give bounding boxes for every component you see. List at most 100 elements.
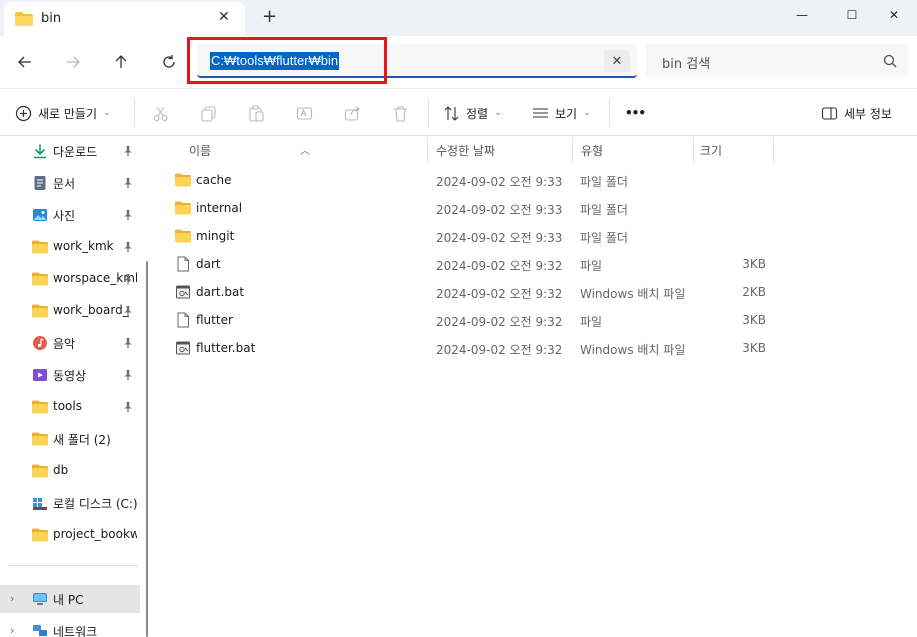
column-header-name[interactable]: 이름 ︿ [155, 137, 425, 163]
sidebar-item[interactable]: 새 폴더 (2) [0, 425, 140, 453]
pin-icon[interactable] [122, 369, 134, 381]
minimize-button[interactable]: — [779, 0, 825, 30]
clear-address-button[interactable]: ✕ [604, 50, 630, 72]
sidebar-item[interactable]: tools [0, 393, 140, 421]
folder-icon [32, 240, 48, 254]
pin-icon[interactable] [122, 241, 134, 253]
sidebar-item[interactable]: work_kmk [0, 233, 140, 261]
pin-icon[interactable] [122, 209, 134, 221]
file-type: 파일 [580, 315, 603, 329]
share-button[interactable] [344, 101, 361, 125]
sidebar-item[interactable]: 동영상 [0, 361, 140, 389]
file-row[interactable]: internal 2024-09-02 오전 9:33 파일 폴더 [155, 194, 917, 222]
close-button[interactable]: ✕ [871, 0, 917, 30]
file-row[interactable]: cache 2024-09-02 오전 9:33 파일 폴더 [155, 166, 917, 194]
file-date: 2024-09-02 오전 9:32 [436, 259, 563, 273]
sidebar-item[interactable]: 다운로드 [0, 137, 140, 165]
refresh-button[interactable] [158, 51, 180, 73]
back-button[interactable] [14, 51, 36, 73]
column-header-date[interactable]: 수정한 날짜 [428, 137, 572, 163]
file-date: 2024-09-02 오전 9:32 [436, 315, 563, 329]
network-icon [33, 625, 47, 636]
folder-icon [175, 173, 191, 187]
column-header-size[interactable]: 크기 [694, 137, 774, 163]
file-size: 3KB [742, 313, 766, 327]
file-icon [177, 256, 189, 272]
view-button[interactable]: 보기 ⌄ [532, 101, 591, 125]
more-options-button[interactable]: ••• [625, 101, 646, 125]
pin-icon[interactable] [122, 145, 134, 157]
paste-button[interactable] [248, 101, 265, 125]
delete-button[interactable] [392, 101, 409, 125]
up-button[interactable] [110, 51, 132, 73]
chevron-down-icon: ⌄ [494, 108, 502, 118]
new-tab-button[interactable]: + [262, 6, 277, 27]
file-type: Windows 배치 파일 [580, 343, 686, 357]
folder-icon [32, 304, 48, 318]
file-name: flutter.bat [196, 341, 256, 355]
pin-icon[interactable] [122, 305, 134, 317]
sidebar-item[interactable]: worspace_kmk [0, 265, 140, 293]
tab-close-icon[interactable]: ✕ [218, 9, 230, 25]
rename-button[interactable] [296, 101, 313, 125]
sidebar-scrollbar[interactable] [146, 261, 148, 637]
view-label: 보기 [555, 106, 578, 121]
file-list: 이름 ︿ 수정한 날짜 유형 크기 cache 2024-09-02 오전 9:3… [155, 137, 917, 637]
file-size: 3KB [742, 257, 766, 271]
folder-icon [15, 12, 33, 26]
chevron-right-icon[interactable]: › [10, 592, 14, 605]
copy-button[interactable] [200, 101, 217, 125]
more-icon: ••• [625, 106, 646, 120]
search-box[interactable]: bin 검색 [646, 44, 908, 78]
new-button[interactable]: 새로 만들기 ⌄ [15, 101, 111, 125]
sidebar-item-label: project_bookwa [53, 527, 137, 541]
pin-icon[interactable] [122, 273, 134, 285]
file-type: 파일 폴더 [580, 203, 628, 217]
file-row[interactable]: dart 2024-09-02 오전 9:32 파일 3KB [155, 250, 917, 278]
column-header-type[interactable]: 유형 [573, 137, 693, 163]
details-pane-button[interactable]: 세부 정보 [821, 101, 892, 125]
close-icon: ✕ [888, 8, 900, 22]
sort-label: 정렬 [466, 106, 489, 121]
sidebar-item-network[interactable]: › 네트워크 [0, 617, 140, 637]
maximize-button[interactable]: ☐ [829, 0, 875, 30]
folder-icon [32, 432, 48, 446]
sidebar-item[interactable]: 사진 [0, 201, 140, 229]
cut-button[interactable] [152, 101, 169, 125]
folder-icon [32, 464, 48, 478]
pin-icon[interactable] [122, 401, 134, 413]
column-size-label: 크기 [700, 144, 723, 158]
sort-button[interactable]: 정렬 ⌄ [443, 101, 502, 125]
toolbar-divider [428, 99, 429, 127]
pin-icon[interactable] [122, 177, 134, 189]
sidebar-item-this-pc[interactable]: › 내 PC [0, 585, 140, 613]
highlight-annotation [187, 37, 387, 84]
file-type: 파일 [580, 259, 603, 273]
sidebar-item[interactable]: 문서 [0, 169, 140, 197]
sidebar-item[interactable]: 음악 [0, 329, 140, 357]
sidebar-item[interactable]: db [0, 457, 140, 485]
tab-bin[interactable]: bin ✕ [4, 2, 245, 36]
file-name: dart.bat [196, 285, 245, 299]
file-row[interactable]: flutter 2024-09-02 오전 9:32 파일 3KB [155, 306, 917, 334]
chevron-right-icon[interactable]: › [10, 624, 14, 637]
column-divider[interactable] [773, 137, 774, 163]
search-input[interactable]: bin 검색 [662, 53, 710, 72]
paste-icon [249, 104, 264, 122]
sidebar-item[interactable]: 로컬 디스크 (C:) [0, 489, 140, 517]
sidebar-item[interactable]: project_bookwa [0, 521, 140, 549]
file-row[interactable]: flutter.bat 2024-09-02 오전 9:32 Windows 배치 … [155, 334, 917, 362]
pin-icon[interactable] [122, 337, 134, 349]
sort-ascending-icon: ︿ [300, 146, 310, 157]
file-name: mingit [196, 229, 235, 243]
file-row[interactable]: dart.bat 2024-09-02 오전 9:32 Windows 배치 파일 2… [155, 278, 917, 306]
clear-icon: ✕ [611, 53, 623, 69]
video-icon [33, 369, 47, 381]
file-row[interactable]: mingit 2024-09-02 오전 9:33 파일 폴더 [155, 222, 917, 250]
monitor-icon [33, 593, 47, 605]
tab-title: bin [41, 11, 62, 26]
plus-circle-icon [15, 105, 32, 121]
sidebar-item[interactable]: work_board_ [0, 297, 140, 325]
details-pane-icon [821, 106, 838, 120]
forward-button[interactable] [62, 51, 84, 73]
